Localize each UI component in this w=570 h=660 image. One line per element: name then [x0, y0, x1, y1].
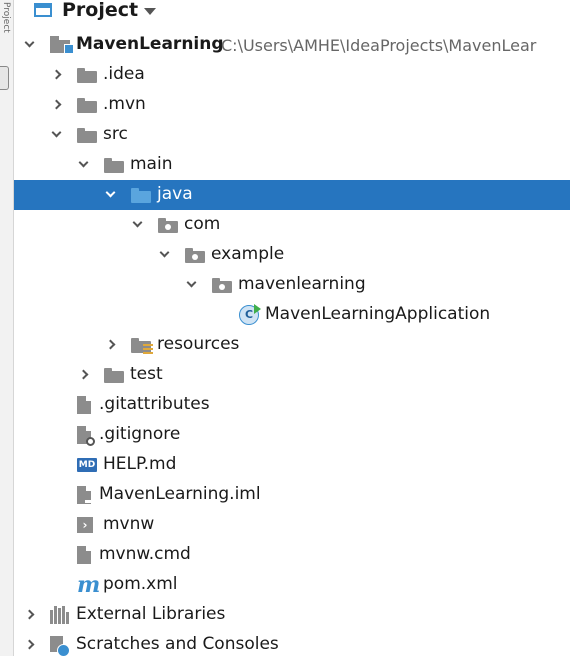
package-icon [212, 278, 232, 293]
tree-item-label: mvnw.cmd [99, 544, 191, 564]
tree-item-label: .gitignore [99, 424, 181, 444]
source-folder-icon [131, 188, 151, 203]
chevron-right-icon[interactable] [78, 369, 89, 380]
tree-item-label: mavenlearning [238, 274, 366, 294]
view-dropdown-icon[interactable] [144, 8, 156, 15]
chevron-down-icon[interactable] [24, 37, 35, 48]
tree-row[interactable]: test [14, 360, 570, 390]
tree-row[interactable]: MavenLearning C:\Users\AMHE\IdeaProjects\… [14, 30, 570, 60]
package-icon [158, 218, 178, 233]
tree-row[interactable]: .idea [14, 60, 570, 90]
module-path: C:\Users\AMHE\IdeaProjects\MavenLear [221, 36, 537, 55]
tree-item-label: MavenLearning.iml [99, 484, 261, 504]
tree-row[interactable]: MavenLearning.iml [14, 480, 570, 510]
ignore-file-icon [77, 426, 95, 446]
library-icon [50, 606, 70, 624]
maven-icon: m [77, 572, 101, 598]
project-view-icon [34, 3, 52, 17]
tree-item-label: main [130, 154, 173, 174]
tree-item-label: example [211, 244, 285, 264]
scratches-icon [50, 636, 70, 657]
panel-header: Project [14, 0, 570, 24]
tree-item-label: mvnw [103, 514, 155, 534]
tree-row[interactable]: .gitattributes [14, 390, 570, 420]
tree-row[interactable]: java [14, 180, 570, 210]
tree-row[interactable]: mavenlearning [14, 270, 570, 300]
tree-row[interactable]: mvnw.cmd [14, 540, 570, 570]
chevron-down-icon[interactable] [132, 217, 143, 228]
tree-item-label: java [157, 184, 193, 204]
chevron-down-icon[interactable] [186, 277, 197, 288]
folder-icon [77, 98, 97, 113]
tree-item-label: .mvn [103, 94, 146, 114]
tree-row[interactable]: .gitignore [14, 420, 570, 450]
markdown-file-icon: MD [77, 458, 97, 472]
tree-item-label: com [184, 214, 221, 234]
tree-item-label: src [103, 124, 128, 144]
project-tool-window-stripe[interactable]: Project [0, 0, 14, 656]
tree-row[interactable]: › mvnw [14, 510, 570, 540]
chevron-right-icon[interactable] [24, 639, 35, 650]
tree-row[interactable]: MD HELP.md [14, 450, 570, 480]
tree-row[interactable]: main [14, 150, 570, 180]
chevron-right-icon[interactable] [51, 99, 62, 110]
tree-item-label: MavenLearningApplication [265, 304, 491, 324]
tree-row[interactable]: m pom.xml [14, 570, 570, 600]
chevron-right-icon[interactable] [24, 609, 35, 620]
text-file-icon [77, 546, 91, 564]
tree-item-label: Scratches and Consoles [76, 634, 279, 654]
tree-row[interactable]: External Libraries [14, 600, 570, 630]
tree-item-label: resources [157, 334, 240, 354]
tree-row[interactable]: src [14, 120, 570, 150]
text-file-icon [77, 396, 91, 414]
tree-row[interactable]: com [14, 210, 570, 240]
chevron-down-icon[interactable] [159, 247, 170, 258]
spring-class-icon: C [239, 304, 261, 325]
resources-folder-icon [131, 338, 153, 355]
chevron-down-icon[interactable] [51, 127, 62, 138]
panel-title[interactable]: Project [62, 0, 138, 21]
chevron-right-icon[interactable] [105, 339, 116, 350]
tree-item-label: HELP.md [103, 454, 177, 474]
side-tab-label[interactable]: Project [1, 2, 11, 62]
folder-icon [104, 368, 124, 383]
chevron-down-icon[interactable] [105, 187, 116, 198]
folder-icon [77, 128, 97, 143]
module-folder-icon [50, 36, 74, 54]
package-icon [185, 248, 205, 263]
tree-row[interactable]: .mvn [14, 90, 570, 120]
tree-row[interactable]: resources [14, 330, 570, 360]
folder-icon [104, 158, 124, 173]
tree-item-label: .gitattributes [99, 394, 210, 414]
shell-script-icon: › [77, 517, 93, 533]
folder-icon [77, 68, 97, 83]
side-tab-marker [0, 66, 9, 90]
tree-item-label: test [130, 364, 163, 384]
tree-item-label: pom.xml [103, 574, 178, 594]
chevron-down-icon[interactable] [78, 157, 89, 168]
tree-item-label: MavenLearning [76, 34, 224, 54]
chevron-right-icon[interactable] [51, 69, 62, 80]
tree-row[interactable]: C MavenLearningApplication [14, 300, 570, 330]
iml-file-icon [77, 486, 91, 504]
tree-item-label: .idea [103, 64, 145, 84]
tree-row[interactable]: example [14, 240, 570, 270]
tree-item-label: External Libraries [76, 604, 226, 624]
